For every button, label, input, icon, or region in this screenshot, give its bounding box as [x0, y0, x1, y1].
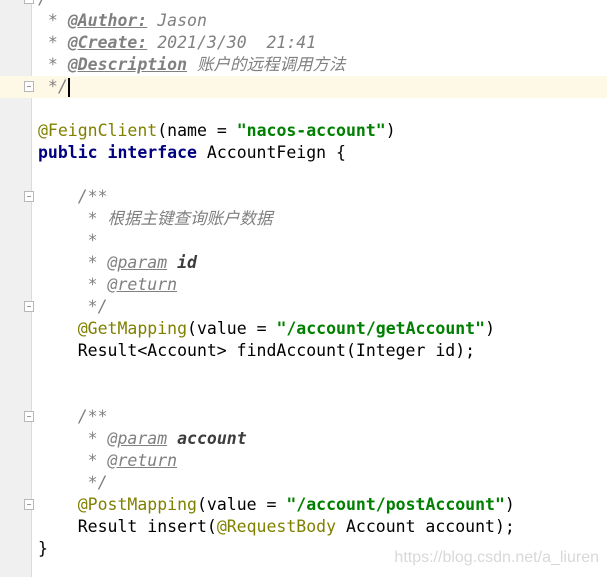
fold-toggle-icon[interactable]: [24, 411, 34, 422]
code-token: account: [177, 429, 247, 448]
code-token: */: [38, 473, 108, 492]
code-token: "nacos-account": [236, 121, 386, 140]
fold-toggle-icon[interactable]: [24, 191, 34, 202]
code-token: */: [38, 297, 108, 316]
code-token: */: [38, 77, 68, 96]
code-token: @Description: [67, 55, 188, 74]
fold-toggle-icon[interactable]: [24, 0, 34, 4]
code-token: "/account/getAccount": [276, 319, 486, 338]
code-line[interactable]: * @Description 账户的远程调用方法: [0, 54, 607, 76]
code-line[interactable]: @FeignClient(name = "nacos-account"): [0, 120, 607, 142]
code-token: @param: [107, 253, 168, 272]
code-token: @param: [107, 429, 168, 448]
code-line[interactable]: */: [0, 296, 607, 318]
code-line[interactable]: [0, 362, 607, 384]
code-token: *: [38, 275, 108, 294]
code-token: 2021/3/30 21:41: [147, 33, 317, 52]
code-line[interactable]: /**: [0, 186, 607, 208]
code-line[interactable]: * @Create: 2021/3/30 21:41: [0, 32, 607, 54]
code-token: /**: [38, 407, 108, 426]
text-caret: [67, 78, 70, 97]
code-line[interactable]: * @param account: [0, 428, 607, 450]
code-token: ): [504, 495, 515, 514]
code-token: 账户的远程调用方法: [187, 55, 346, 74]
code-line[interactable]: Result<Account> findAccount(Integer id);: [0, 340, 607, 362]
code-token: public: [38, 143, 98, 162]
code-line[interactable]: * 根据主键查询账户数据: [0, 208, 607, 230]
code-line[interactable]: /**: [0, 406, 607, 428]
code-token: ): [485, 319, 495, 338]
code-line[interactable]: [0, 98, 607, 120]
code-token: Jason: [147, 11, 207, 30]
code-token: *: [38, 253, 108, 272]
code-token: AccountFeign {: [196, 143, 346, 162]
code-line[interactable]: *: [0, 230, 607, 252]
code-token: *: [38, 429, 108, 448]
code-token: Account account);: [336, 517, 515, 536]
code-line[interactable]: @PostMapping(value = "/account/postAccou…: [0, 494, 607, 516]
code-line[interactable]: [0, 164, 607, 186]
code-token: Result<Account> findAccount(Integer id);: [38, 341, 476, 360]
code-token: interface: [107, 143, 197, 162]
code-token: Result insert(: [38, 517, 217, 536]
code-token: /: [38, 0, 48, 8]
code-token: * 根据主键查询账户数据: [38, 209, 273, 228]
code-token: @Create:: [67, 33, 148, 52]
code-token: @return: [107, 275, 178, 294]
code-line[interactable]: * @param id: [0, 252, 607, 274]
code-token: @PostMapping: [77, 495, 197, 514]
fold-toggle-icon[interactable]: [24, 81, 34, 92]
code-line[interactable]: Result insert(@RequestBody Account accou…: [0, 516, 607, 538]
code-token: *: [38, 231, 98, 250]
code-token: @return: [107, 451, 178, 470]
code-token: }: [38, 539, 48, 558]
code-line[interactable]: public interface AccountFeign {: [0, 142, 607, 164]
code-line[interactable]: */: [0, 472, 607, 494]
code-token: *: [38, 451, 108, 470]
code-token: @RequestBody: [216, 517, 337, 536]
code-token: "/account/postAccount": [286, 495, 505, 514]
code-editor[interactable]: / * @Author: Jason * @Create: 2021/3/30 …: [0, 0, 607, 560]
code-line[interactable]: /: [0, 0, 607, 10]
code-token: @FeignClient: [38, 121, 158, 140]
code-line[interactable]: @GetMapping(value = "/account/getAccount…: [0, 318, 607, 340]
code-token: id: [177, 253, 197, 272]
code-token: *: [38, 33, 68, 52]
code-line[interactable]: * @Author: Jason: [0, 10, 607, 32]
code-token: /**: [38, 187, 108, 206]
code-token: ): [385, 121, 396, 140]
code-line[interactable]: [0, 384, 607, 406]
watermark: https://blog.csdn.net/a_liuren: [394, 549, 599, 566]
code-token: @GetMapping: [77, 319, 188, 338]
code-token: (value =: [196, 495, 287, 514]
fold-toggle-icon[interactable]: [24, 301, 34, 312]
code-token: *: [38, 55, 68, 74]
code-line[interactable]: * @return: [0, 274, 607, 296]
code-line[interactable]: */: [0, 76, 607, 98]
code-token: (name =: [157, 121, 237, 140]
fold-toggle-icon[interactable]: [24, 499, 34, 510]
code-token: (value =: [187, 319, 277, 338]
code-line[interactable]: * @return: [0, 450, 607, 472]
code-token: *: [38, 11, 68, 30]
code-token: @Author:: [67, 11, 148, 30]
